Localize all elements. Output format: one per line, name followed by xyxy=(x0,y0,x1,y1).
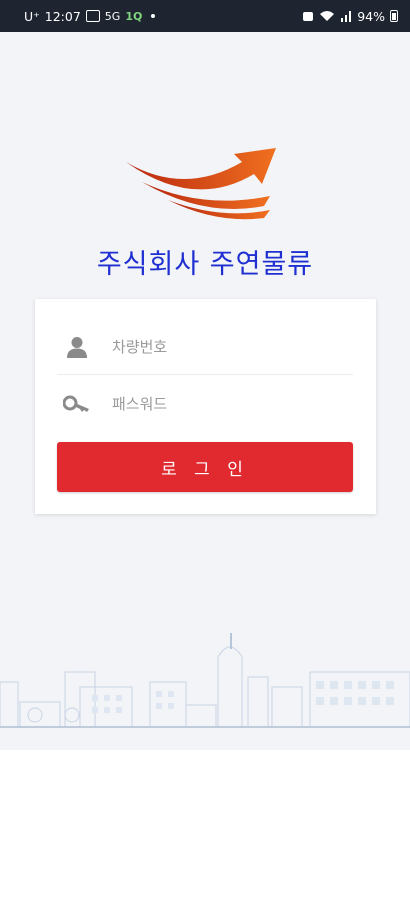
carrier-label: U⁺ xyxy=(24,8,40,24)
app-badge: 1Q xyxy=(125,9,143,23)
login-screen: 주식회사 주연물류 로 그 인 xyxy=(0,32,410,750)
battery-percent: 94% xyxy=(357,8,385,24)
user-icon xyxy=(62,332,92,362)
alarm-icon xyxy=(303,12,314,21)
company-name: 주식회사 주연물류 xyxy=(96,249,314,280)
password-row xyxy=(57,376,353,432)
bottom-blank-area xyxy=(0,750,410,900)
status-bar: U⁺ 12:07 5G 1Q 94% xyxy=(0,0,410,32)
network-label: 5G xyxy=(104,9,121,23)
clock: 12:07 xyxy=(44,8,81,24)
status-left: U⁺ 12:07 5G 1Q xyxy=(24,9,302,24)
notification-dot-icon xyxy=(151,14,156,18)
signal-icon xyxy=(341,11,352,22)
password-input[interactable] xyxy=(112,395,342,413)
login-card: 로 그 인 xyxy=(35,299,376,514)
vehicle-number-input[interactable] xyxy=(112,337,342,356)
battery-icon xyxy=(390,10,398,22)
status-right: 94% xyxy=(302,9,398,24)
login-button[interactable]: 로 그 인 xyxy=(57,442,353,492)
vehicle-number-row xyxy=(57,319,353,375)
wifi-icon xyxy=(320,11,335,21)
arrow-logo-icon xyxy=(126,148,276,220)
city-skyline-illustration xyxy=(0,633,410,728)
key-icon xyxy=(62,389,92,419)
gallery-icon xyxy=(85,10,100,22)
